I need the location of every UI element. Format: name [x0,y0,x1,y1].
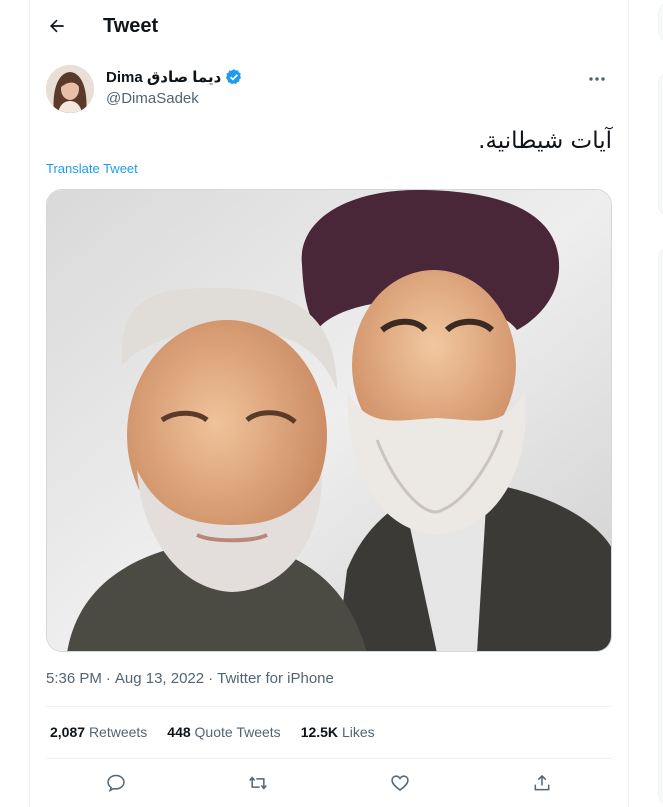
like-button[interactable] [383,766,417,800]
reply-icon [107,774,125,793]
tweet-media-image[interactable] [46,189,612,652]
tweet-author: Dima ديما صادق @DimaSadek [30,62,628,118]
more-button[interactable] [580,66,614,92]
likes-stat[interactable]: 12.5K Likes [301,724,375,740]
header: Tweet [30,0,628,53]
tweet-date[interactable]: Aug 13, 2022 [115,670,204,687]
media-illustration [47,190,611,651]
sidebar-card [658,70,663,218]
arrow-left-icon [50,19,64,33]
tweet-meta: 5:36 PM · Aug 13, 2022 · Twitter for iPh… [46,670,334,687]
tweet-time[interactable]: 5:36 PM [46,670,102,687]
reply-button[interactable] [99,766,133,800]
sidebar-card [658,245,663,807]
tweet-source[interactable]: Twitter for iPhone [217,670,334,687]
share-icon [534,774,550,791]
share-button[interactable] [525,766,559,800]
display-name[interactable]: Dima ديما صادق [106,68,221,86]
tweet-stats: 2,087 Retweets 448 Quote Tweets 12.5K Li… [50,724,375,740]
retweet-button[interactable] [241,766,275,800]
name-row: Dima ديما صادق [106,68,243,86]
tweet-column: Tweet Dima ديما صادق @DimaSadek آيات شيط… [29,0,629,807]
translate-tweet-link[interactable]: Translate Tweet [46,161,138,176]
quote-tweets-stat[interactable]: 448 Quote Tweets [167,724,280,740]
verified-badge-icon [226,69,242,85]
avatar-image [46,65,94,113]
back-button[interactable] [40,9,74,43]
avatar[interactable] [46,65,94,113]
sidebar-card [658,0,663,44]
page-title: Tweet [103,15,159,37]
tweet-text: آيات شيطانية. [478,128,612,154]
retweets-stat[interactable]: 2,087 Retweets [50,724,147,740]
retweet-icon [249,776,267,790]
sidebar-edge [656,0,663,807]
user-handle[interactable]: @DimaSadek [106,90,199,107]
tweet-actions [46,766,612,800]
divider [46,758,612,759]
like-icon [391,775,409,792]
divider [46,706,612,707]
more-horizontal-icon [589,77,605,81]
